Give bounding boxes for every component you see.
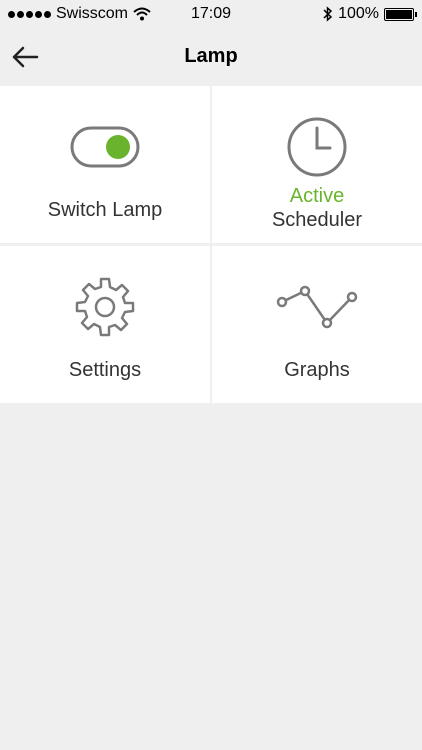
page-title: Lamp (184, 45, 238, 67)
status-bar: Swisscom 17:09 100% (0, 0, 422, 28)
tile-label: Scheduler (271, 209, 363, 231)
tile-scheduler[interactable]: Active Scheduler (212, 86, 422, 243)
status-right: 100% (323, 5, 417, 23)
scheduler-status: Active (289, 185, 345, 207)
battery-icon (384, 7, 417, 21)
back-arrow-icon (12, 46, 39, 68)
gear-icon (73, 276, 137, 338)
wifi-icon (133, 7, 151, 21)
battery-percentage: 100% (338, 5, 379, 22)
tile-label: Settings (68, 359, 142, 381)
bluetooth-icon (323, 6, 333, 22)
status-left: Swisscom (8, 5, 151, 23)
back-button[interactable] (10, 42, 40, 72)
toggle-switch-icon (70, 116, 140, 178)
status-time: 17:09 (190, 5, 232, 22)
tiles-grid: Switch Lamp Active Scheduler Settings Gr… (0, 86, 422, 403)
signal-strength-icon (8, 10, 51, 18)
navigation-bar: Lamp (0, 28, 422, 85)
tile-label: Switch Lamp (47, 199, 163, 221)
tile-switch-lamp[interactable]: Switch Lamp (0, 86, 210, 243)
tile-graphs[interactable]: Graphs (212, 246, 422, 403)
tile-settings[interactable]: Settings (0, 246, 210, 403)
line-graph-icon (275, 276, 359, 338)
carrier-name: Swisscom (56, 5, 129, 22)
clock-icon (286, 116, 348, 178)
tile-label: Graphs (284, 359, 350, 381)
